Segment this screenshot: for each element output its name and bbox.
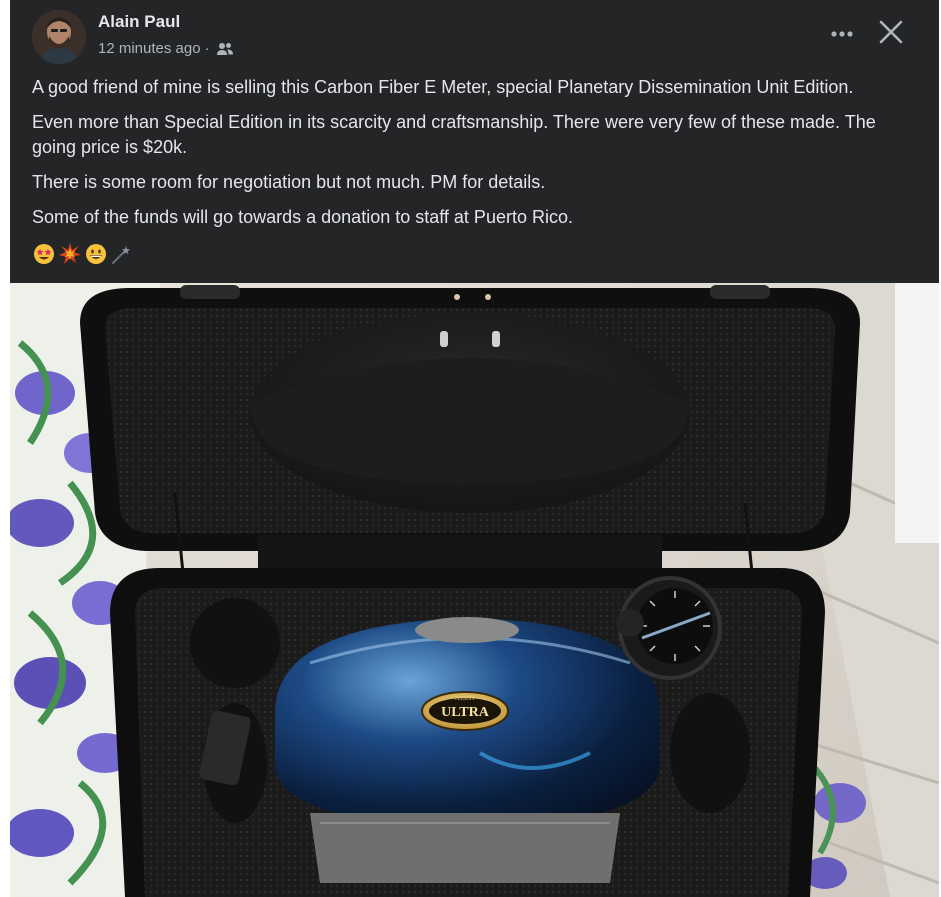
label-big-text: ULTRA bbox=[441, 705, 490, 720]
post-header: Alain Paul 12 minutes ago · bbox=[10, 0, 939, 70]
star-struck-emoji bbox=[32, 242, 56, 266]
label-small-text: ASSIST bbox=[455, 696, 475, 702]
post-card: Alain Paul 12 minutes ago · A good frien… bbox=[10, 0, 939, 897]
post-paragraph: There is some room for negotiation but n… bbox=[32, 172, 546, 192]
avatar-portrait bbox=[32, 10, 86, 64]
post-paragraph: A good friend of mine is selling this Ca… bbox=[32, 77, 854, 97]
close-icon bbox=[879, 20, 903, 49]
e-meter-case-image: ASSIST ULTRA bbox=[10, 283, 939, 897]
shooting-star-emoji bbox=[110, 242, 134, 266]
post-paragraph: Some of the funds will go towards a dona… bbox=[32, 207, 573, 227]
post-timestamp[interactable]: 12 minutes ago bbox=[98, 40, 201, 57]
avatar[interactable] bbox=[32, 10, 86, 64]
meta-separator: · bbox=[204, 40, 210, 57]
post-photo[interactable]: ASSIST ULTRA bbox=[10, 283, 939, 897]
close-button[interactable] bbox=[876, 19, 906, 49]
collision-emoji bbox=[58, 242, 82, 266]
post-paragraph: Even more than Special Edition in its sc… bbox=[32, 112, 876, 157]
emoji-row bbox=[32, 242, 134, 266]
author-name[interactable]: Alain Paul bbox=[98, 12, 180, 32]
post-text: A good friend of mine is selling this Ca… bbox=[32, 75, 922, 240]
post-meta: 12 minutes ago · bbox=[98, 40, 234, 57]
friends-icon[interactable] bbox=[216, 41, 234, 57]
more-horizontal-icon bbox=[830, 25, 854, 43]
more-options-button[interactable] bbox=[826, 20, 858, 48]
grinning-face-emoji bbox=[84, 242, 108, 266]
